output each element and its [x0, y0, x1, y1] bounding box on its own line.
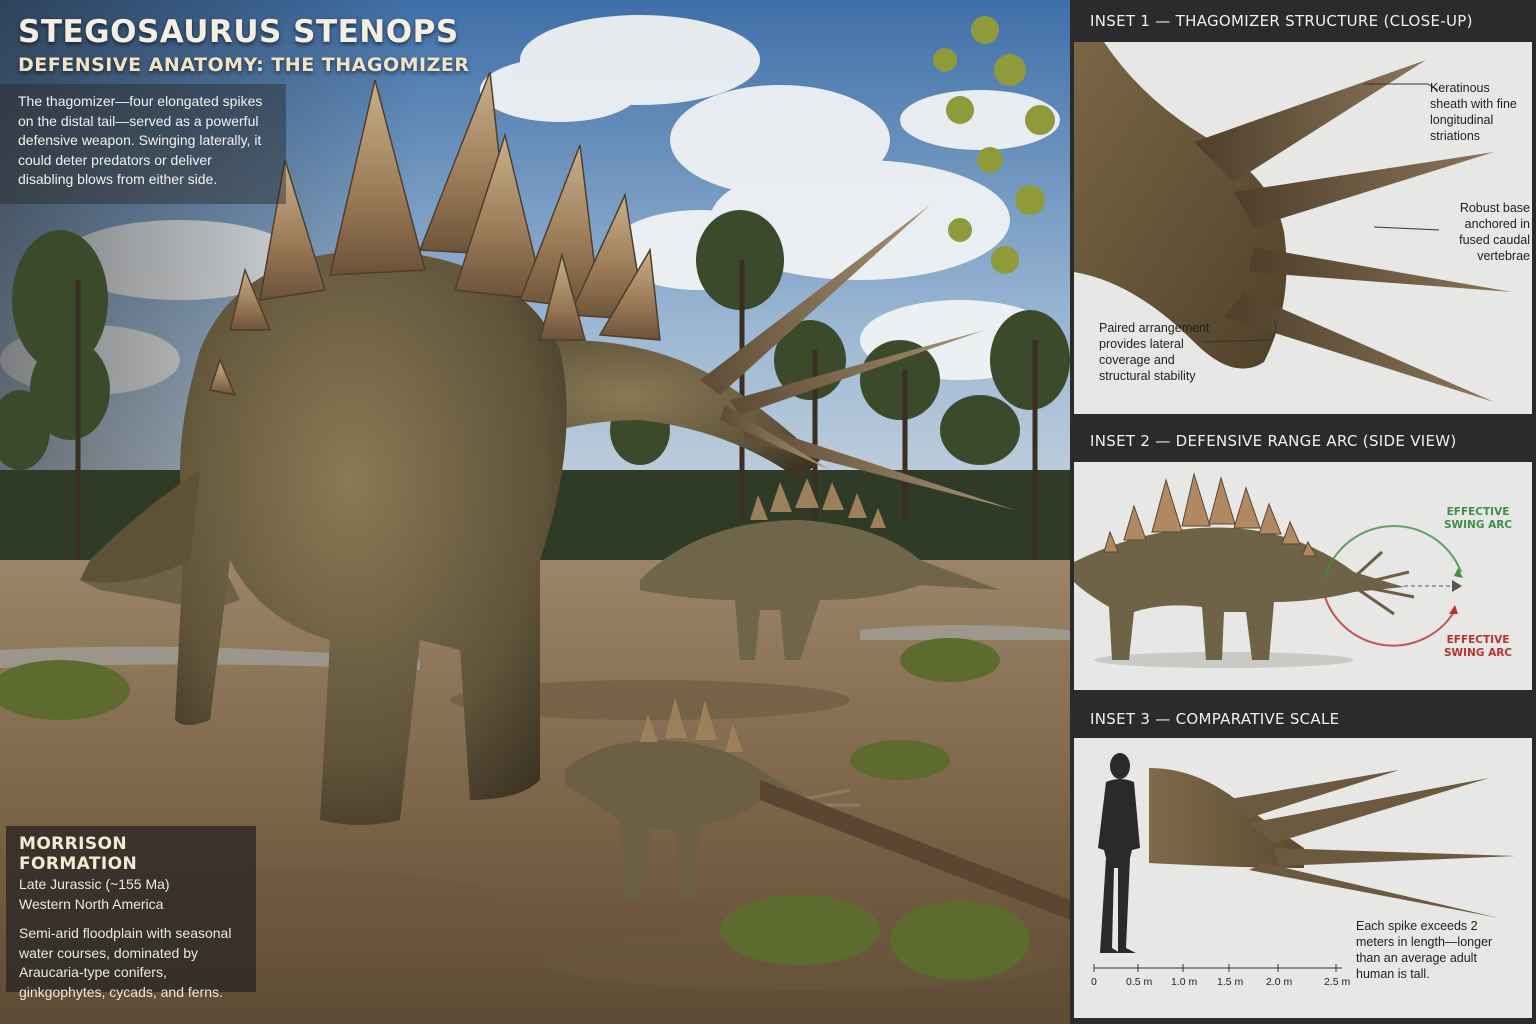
scale-tick-2: 1.0 m	[1171, 976, 1198, 988]
page-subtitle: DEFENSIVE ANATOMY: THE THAGOMIZER	[18, 54, 470, 76]
formation-title: MORRISON FORMATION	[19, 834, 138, 874]
inset-1-header: INSET 1 — THAGOMIZER STRUCTURE (CLOSE-UP…	[1070, 0, 1536, 40]
formation-box: MORRISON FORMATION Late Jurassic (~155 M…	[6, 826, 256, 1000]
main-scene: STEGOSAURUS STENOPS DEFENSIVE ANATOMY: T…	[0, 0, 1070, 1024]
formation-age: Late Jurassic (~155 Ma)	[19, 876, 170, 892]
intro-box: The thagomizer—four elongated spikes on …	[0, 84, 286, 204]
scale-tick-5: 2.5 m	[1324, 976, 1351, 988]
title-block: STEGOSAURUS STENOPS DEFENSIVE ANATOMY: T…	[18, 14, 469, 76]
arc-label-top: EFFECTIVE SWING ARC	[1443, 506, 1513, 531]
scale-tick-1: 0.5 m	[1126, 976, 1153, 988]
inset-3-title: INSET 3 — COMPARATIVE SCALE	[1090, 710, 1340, 728]
inset-1-panel: INSET 1 — THAGOMIZER STRUCTURE (CLOSE-UP…	[1070, 0, 1536, 420]
inset-2-panel: INSET 2 — DEFENSIVE RANGE ARC (SIDE VIEW…	[1070, 420, 1536, 698]
page-title: STEGOSAURUS STENOPS	[18, 14, 459, 50]
formation-description: Semi-arid floodplain with seasonal water…	[19, 925, 232, 1000]
human-silhouette	[1098, 753, 1140, 953]
note-paired-arrangement: Paired arrangement provides lateral cove…	[1099, 321, 1210, 383]
inset-3-panel: INSET 3 — COMPARATIVE SCALE 0 0.5 m 1.0 …	[1070, 698, 1536, 1024]
formation-region: Western North America	[19, 896, 164, 912]
intro-text: The thagomizer—four elongated spikes on …	[18, 93, 263, 187]
scale-tick-3: 1.5 m	[1217, 976, 1244, 988]
inset-3-body: 0 0.5 m 1.0 m 1.5 m 2.0 m 2.5 m Each spi…	[1074, 738, 1532, 1018]
note-keratinous-sheath: Keratinous sheath with fine longitudinal…	[1430, 81, 1517, 143]
inset-1-title: INSET 1 — THAGOMIZER STRUCTURE (CLOSE-UP…	[1090, 12, 1473, 30]
scale-tick-0: 0	[1091, 976, 1097, 988]
note-robust-base: Robust base anchored in fused caudal ver…	[1459, 201, 1530, 263]
inset-2-title: INSET 2 — DEFENSIVE RANGE ARC (SIDE VIEW…	[1090, 432, 1457, 450]
inset-2-header: INSET 2 — DEFENSIVE RANGE ARC (SIDE VIEW…	[1070, 420, 1536, 460]
inset-1-body: Keratinous sheath with fine longitudinal…	[1074, 42, 1532, 414]
inset-3-header: INSET 3 — COMPARATIVE SCALE	[1070, 698, 1536, 738]
inset-2-body: EFFECTIVE SWING ARC EFFECTIVE SWING ARC	[1074, 462, 1532, 690]
scale-note: Each spike exceeds 2 meters in length—lo…	[1356, 919, 1493, 981]
infographic: STEGOSAURUS STENOPS DEFENSIVE ANATOMY: T…	[0, 0, 1536, 1024]
scale-tick-4: 2.0 m	[1266, 976, 1293, 988]
arc-label-bottom: EFFECTIVE SWING ARC	[1443, 634, 1513, 659]
